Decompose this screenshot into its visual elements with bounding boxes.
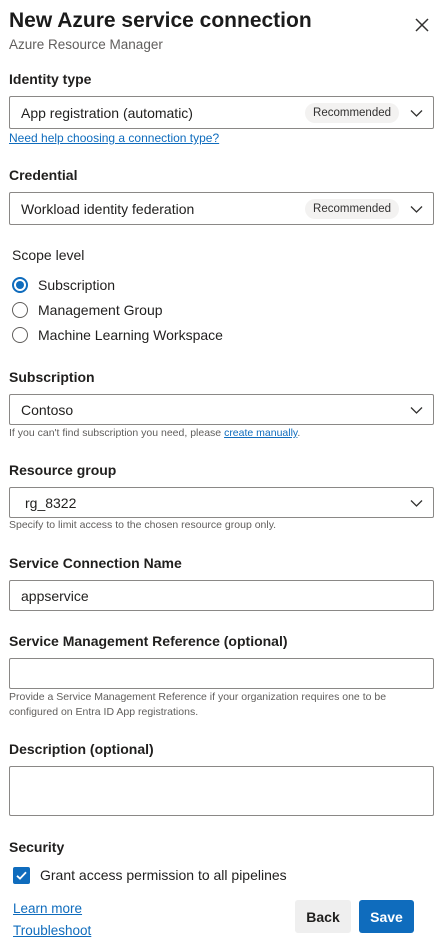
- radio-button[interactable]: [12, 302, 28, 318]
- chevron-down-icon: [410, 206, 423, 213]
- resource-group-value: rg_8322: [25, 495, 77, 511]
- chevron-down-icon: [410, 500, 423, 507]
- chevron-down-icon: [410, 110, 423, 117]
- service-connection-name-label: Service Connection Name: [9, 555, 182, 571]
- resource-group-dropdown[interactable]: rg_8322: [9, 487, 434, 518]
- identity-type-value: App registration (automatic): [21, 105, 193, 121]
- radio-management-group[interactable]: Management Group: [12, 301, 163, 319]
- radio-button[interactable]: [12, 277, 28, 293]
- service-management-reference-input[interactable]: [9, 658, 434, 689]
- radio-button[interactable]: [12, 327, 28, 343]
- back-button[interactable]: Back: [295, 900, 351, 933]
- learn-more-link[interactable]: Learn more: [13, 901, 82, 916]
- credential-dropdown[interactable]: Workload identity federation Recommended: [9, 192, 434, 225]
- description-label: Description (optional): [9, 741, 154, 757]
- panel-title: New Azure service connection: [9, 9, 312, 32]
- hint-line: Provide a Service Management Reference i…: [9, 691, 387, 703]
- recommended-badge: Recommended: [305, 199, 399, 219]
- checkmark-icon: [16, 871, 27, 880]
- create-manually-link[interactable]: create manually: [224, 427, 297, 439]
- security-label: Security: [9, 839, 65, 855]
- identity-type-label: Identity type: [9, 71, 92, 87]
- close-button[interactable]: [411, 14, 433, 36]
- subscription-dropdown[interactable]: Contoso: [9, 394, 434, 425]
- service-connection-name-value: appservice: [21, 588, 89, 604]
- subscription-label: Subscription: [9, 369, 95, 385]
- scope-level-label: Scope level: [12, 247, 85, 263]
- service-management-reference-hint: Provide a Service Management Reference i…: [9, 690, 386, 720]
- service-connection-name-input[interactable]: appservice: [9, 580, 434, 611]
- chevron-down-icon: [410, 407, 423, 414]
- radio-label: Management Group: [38, 302, 163, 318]
- radio-label: Subscription: [38, 277, 116, 293]
- subscription-value: Contoso: [21, 402, 74, 418]
- save-button[interactable]: Save: [359, 900, 414, 933]
- subscription-hint: If you can't find subscription you need,…: [9, 426, 300, 441]
- description-textarea[interactable]: [9, 766, 434, 816]
- radio-subscription[interactable]: Subscription: [12, 276, 115, 294]
- grant-access-label: Grant access permission to all pipelines: [40, 867, 287, 883]
- panel-subtitle: Azure Resource Manager: [9, 37, 163, 52]
- troubleshoot-link[interactable]: Troubleshoot: [13, 923, 91, 938]
- close-icon: [415, 18, 429, 32]
- identity-type-dropdown[interactable]: App registration (automatic) Recommended: [9, 96, 434, 129]
- recommended-badge: Recommended: [305, 103, 399, 123]
- credential-value: Workload identity federation: [21, 201, 195, 217]
- radio-label: Machine Learning Workspace: [38, 327, 223, 343]
- subscription-hint-end: .: [297, 427, 301, 439]
- radio-machine-learning-workspace[interactable]: Machine Learning Workspace: [12, 326, 223, 344]
- grant-access-checkbox[interactable]: [13, 867, 30, 884]
- subscription-hint-text: If you can't find subscription you need,…: [9, 427, 222, 439]
- connection-type-help-link[interactable]: Need help choosing a connection type?: [9, 131, 219, 145]
- credential-label: Credential: [9, 167, 78, 183]
- hint-line: configured on Entra ID App registrations…: [9, 706, 199, 718]
- resource-group-label: Resource group: [9, 462, 117, 478]
- service-management-reference-label: Service Management Reference (optional): [9, 633, 288, 649]
- resource-group-hint: Specify to limit access to the chosen re…: [9, 519, 277, 531]
